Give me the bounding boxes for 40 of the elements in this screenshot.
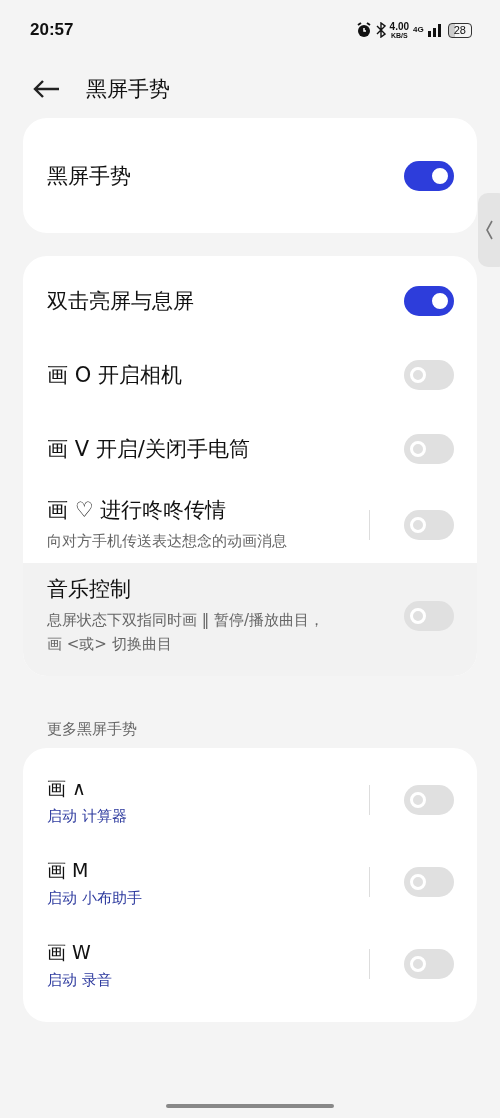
- toggle-switch[interactable]: [404, 160, 454, 191]
- setting-label: 双击亮屏与息屏: [47, 288, 195, 315]
- section-title: 更多黑屏手势: [47, 720, 138, 740]
- network-type: 4G: [413, 24, 424, 34]
- setting-row[interactable]: 音乐控制 息屏状态下双指同时画 ‖ 暂停/播放曲目，画 <或> 切换曲目: [23, 563, 477, 676]
- back-arrow-icon[interactable]: [32, 79, 60, 99]
- toggle-switch[interactable]: [404, 360, 454, 390]
- setting-label: 音乐控制: [47, 576, 132, 603]
- action-link[interactable]: 启动 计算器: [47, 807, 359, 826]
- setting-label: 黑屏手势: [47, 162, 132, 190]
- network-speed: 4.00: [389, 21, 410, 32]
- side-panel-handle-icon[interactable]: [478, 193, 500, 267]
- setting-row[interactable]: 画 O 开启相机: [23, 338, 477, 412]
- setting-label: 画 W: [47, 940, 92, 965]
- battery-level: 28: [447, 22, 472, 38]
- toggle-switch[interactable]: [404, 434, 454, 464]
- toggle-switch[interactable]: [404, 600, 454, 631]
- bluetooth-icon: [375, 22, 386, 38]
- setting-description: 向对方手机传送表达想念的动画消息: [47, 531, 288, 552]
- action-link[interactable]: 启动 小布助手: [47, 889, 359, 908]
- action-link[interactable]: 启动 录音: [47, 971, 359, 990]
- setting-description: 息屏状态下双指同时画 ‖ 暂停/播放曲目，画 <或> 切换曲目: [47, 610, 326, 655]
- toggle-switch[interactable]: [404, 509, 454, 540]
- setting-row[interactable]: 双击亮屏与息屏: [23, 256, 477, 338]
- toggle-switch[interactable]: [404, 867, 454, 897]
- alarm-icon: [355, 22, 372, 38]
- toggle-switch[interactable]: [404, 949, 454, 979]
- page-title: 黑屏手势: [86, 76, 170, 103]
- setting-label: 画 O 开启相机: [47, 362, 183, 389]
- setting-label: 画 ♡ 进行咚咚传情: [47, 497, 228, 524]
- setting-label: 画 ∧: [47, 776, 87, 801]
- signal-icon: [427, 23, 444, 37]
- status-time: 20:57: [30, 20, 74, 40]
- setting-label: 画 V 开启/关闭手电筒: [47, 436, 251, 463]
- toggle-switch[interactable]: [404, 785, 454, 815]
- setting-row[interactable]: 画 ♡ 进行咚咚传情 向对方手机传送表达想念的动画消息: [23, 486, 477, 563]
- toggle-switch[interactable]: [404, 286, 454, 316]
- setting-row[interactable]: 画 V 开启/关闭手电筒: [23, 412, 477, 486]
- home-indicator[interactable]: [166, 1104, 334, 1108]
- setting-label: 画 M: [47, 858, 90, 883]
